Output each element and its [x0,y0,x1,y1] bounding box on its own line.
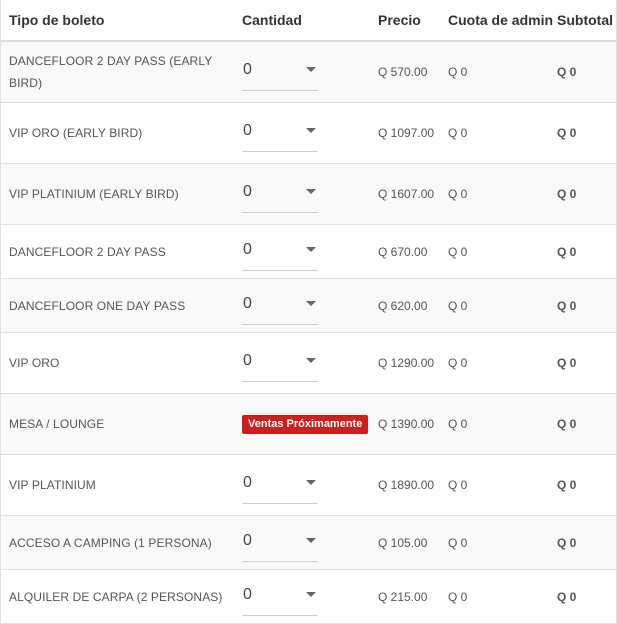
row-subtotal: Q 0 [557,535,577,550]
table-row: MESA / LOUNGE Ventas Próximamente Q 1390… [1,394,616,455]
ticket-name: VIP ORO [9,356,60,370]
ticket-price: Q 1890.00 [378,478,435,492]
ticket-price: Q 105.00 [378,535,428,550]
caret-down-icon [306,67,316,72]
admin-fee: Q 0 [448,126,468,140]
row-subtotal: Q 0 [557,478,577,492]
header-ticket-type: Tipo de boleto [9,12,105,28]
ticket-price: Q 1390.00 [378,417,435,431]
caret-down-icon [306,128,316,133]
row-subtotal: Q 0 [557,298,577,313]
row-subtotal: Q 0 [557,65,577,79]
row-subtotal: Q 0 [557,356,577,370]
caret-down-icon [306,480,316,485]
ticket-name: ACCESO A CAMPING (1 PERSONA) [9,535,212,550]
table-row: DANCEFLOOR 2 DAY PASS (EARLY BIRD) 0 Q 5… [1,42,616,103]
caret-down-icon [306,300,316,306]
table-row: ACCESO A CAMPING (1 PERSONA) 0 Q 105.00 … [1,516,616,570]
caret-down-icon [306,246,316,252]
ticket-name: VIP PLATINIUM (EARLY BIRD) [9,187,179,201]
table-row: VIP ORO 0 Q 1290.00 Q 0 Q 0 [1,333,616,394]
header-price: Precio [378,12,421,28]
ticket-price: Q 1097.00 [378,126,435,140]
admin-fee: Q 0 [448,187,468,201]
admin-fee: Q 0 [448,589,468,604]
quantity-select[interactable]: 0 [242,114,318,152]
row-subtotal: Q 0 [557,187,577,201]
row-subtotal: Q 0 [557,589,577,604]
admin-fee: Q 0 [448,298,468,313]
quantity-value: 0 [243,474,252,491]
ticket-price: Q 670.00 [378,244,428,259]
caret-down-icon [306,358,316,363]
ticket-name: DANCEFLOOR ONE DAY PASS [9,298,186,313]
ticket-name: ALQUILER DE CARPA (2 PERSONAS) [9,589,223,604]
ticket-name: VIP ORO (EARLY BIRD) [9,126,143,140]
quantity-value: 0 [243,585,252,603]
admin-fee: Q 0 [448,417,468,431]
quantity-value: 0 [243,122,252,139]
header-quantity: Cantidad [242,12,302,28]
quantity-value: 0 [243,352,252,369]
coming-soon-badge: Ventas Próximamente [242,414,369,434]
ticket-table: Tipo de boleto Cantidad Precio Cuota de … [0,0,617,624]
quantity-select[interactable]: 0 [242,175,318,213]
quantity-select[interactable]: 0 [242,287,318,325]
ticket-name: DANCEFLOOR 2 DAY PASS [9,244,166,259]
ticket-price: Q 1607.00 [378,187,435,201]
row-subtotal: Q 0 [557,417,577,431]
ticket-price: Q 620.00 [378,298,428,313]
table-row: ALQUILER DE CARPA (2 PERSONAS) 0 Q 215.0… [1,570,616,624]
caret-down-icon [306,189,316,194]
admin-fee: Q 0 [448,535,468,550]
ticket-name: VIP PLATINIUM [9,478,96,492]
ticket-price: Q 570.00 [378,65,428,79]
admin-fee: Q 0 [448,356,468,370]
table-header-row: Tipo de boleto Cantidad Precio Cuota de … [1,0,616,42]
quantity-select[interactable]: 0 [242,524,318,562]
quantity-select[interactable]: 0 [242,344,318,382]
ticket-price: Q 215.00 [378,589,428,604]
quantity-select[interactable]: 0 [242,53,318,91]
header-subtotal: Subtotal [557,12,613,28]
quantity-select[interactable]: 0 [242,578,318,616]
ticket-name: DANCEFLOOR 2 DAY PASS (EARLY BIRD) [9,54,213,90]
table-row: VIP ORO (EARLY BIRD) 0 Q 1097.00 Q 0 Q 0 [1,103,616,164]
quantity-value: 0 [243,294,252,312]
table-row: DANCEFLOOR 2 DAY PASS 0 Q 670.00 Q 0 Q 0 [1,225,616,279]
table-row: VIP PLATINIUM (EARLY BIRD) 0 Q 1607.00 Q… [1,164,616,225]
quantity-value: 0 [243,240,252,258]
table-row: DANCEFLOOR ONE DAY PASS 0 Q 620.00 Q 0 Q… [1,279,616,333]
admin-fee: Q 0 [448,478,468,492]
quantity-select[interactable]: 0 [242,466,318,504]
ticket-name: MESA / LOUNGE [9,417,105,431]
row-subtotal: Q 0 [557,126,577,140]
quantity-value: 0 [243,531,252,549]
table-row: VIP PLATINIUM 0 Q 1890.00 Q 0 Q 0 [1,455,616,516]
header-admin-fee: Cuota de admin [448,12,554,28]
admin-fee: Q 0 [448,244,468,259]
quantity-value: 0 [243,183,252,200]
admin-fee: Q 0 [448,65,468,79]
caret-down-icon [306,591,316,597]
caret-down-icon [306,537,316,543]
quantity-value: 0 [243,61,252,78]
row-subtotal: Q 0 [557,244,577,259]
quantity-select[interactable]: 0 [242,233,318,271]
ticket-price: Q 1290.00 [378,356,435,370]
